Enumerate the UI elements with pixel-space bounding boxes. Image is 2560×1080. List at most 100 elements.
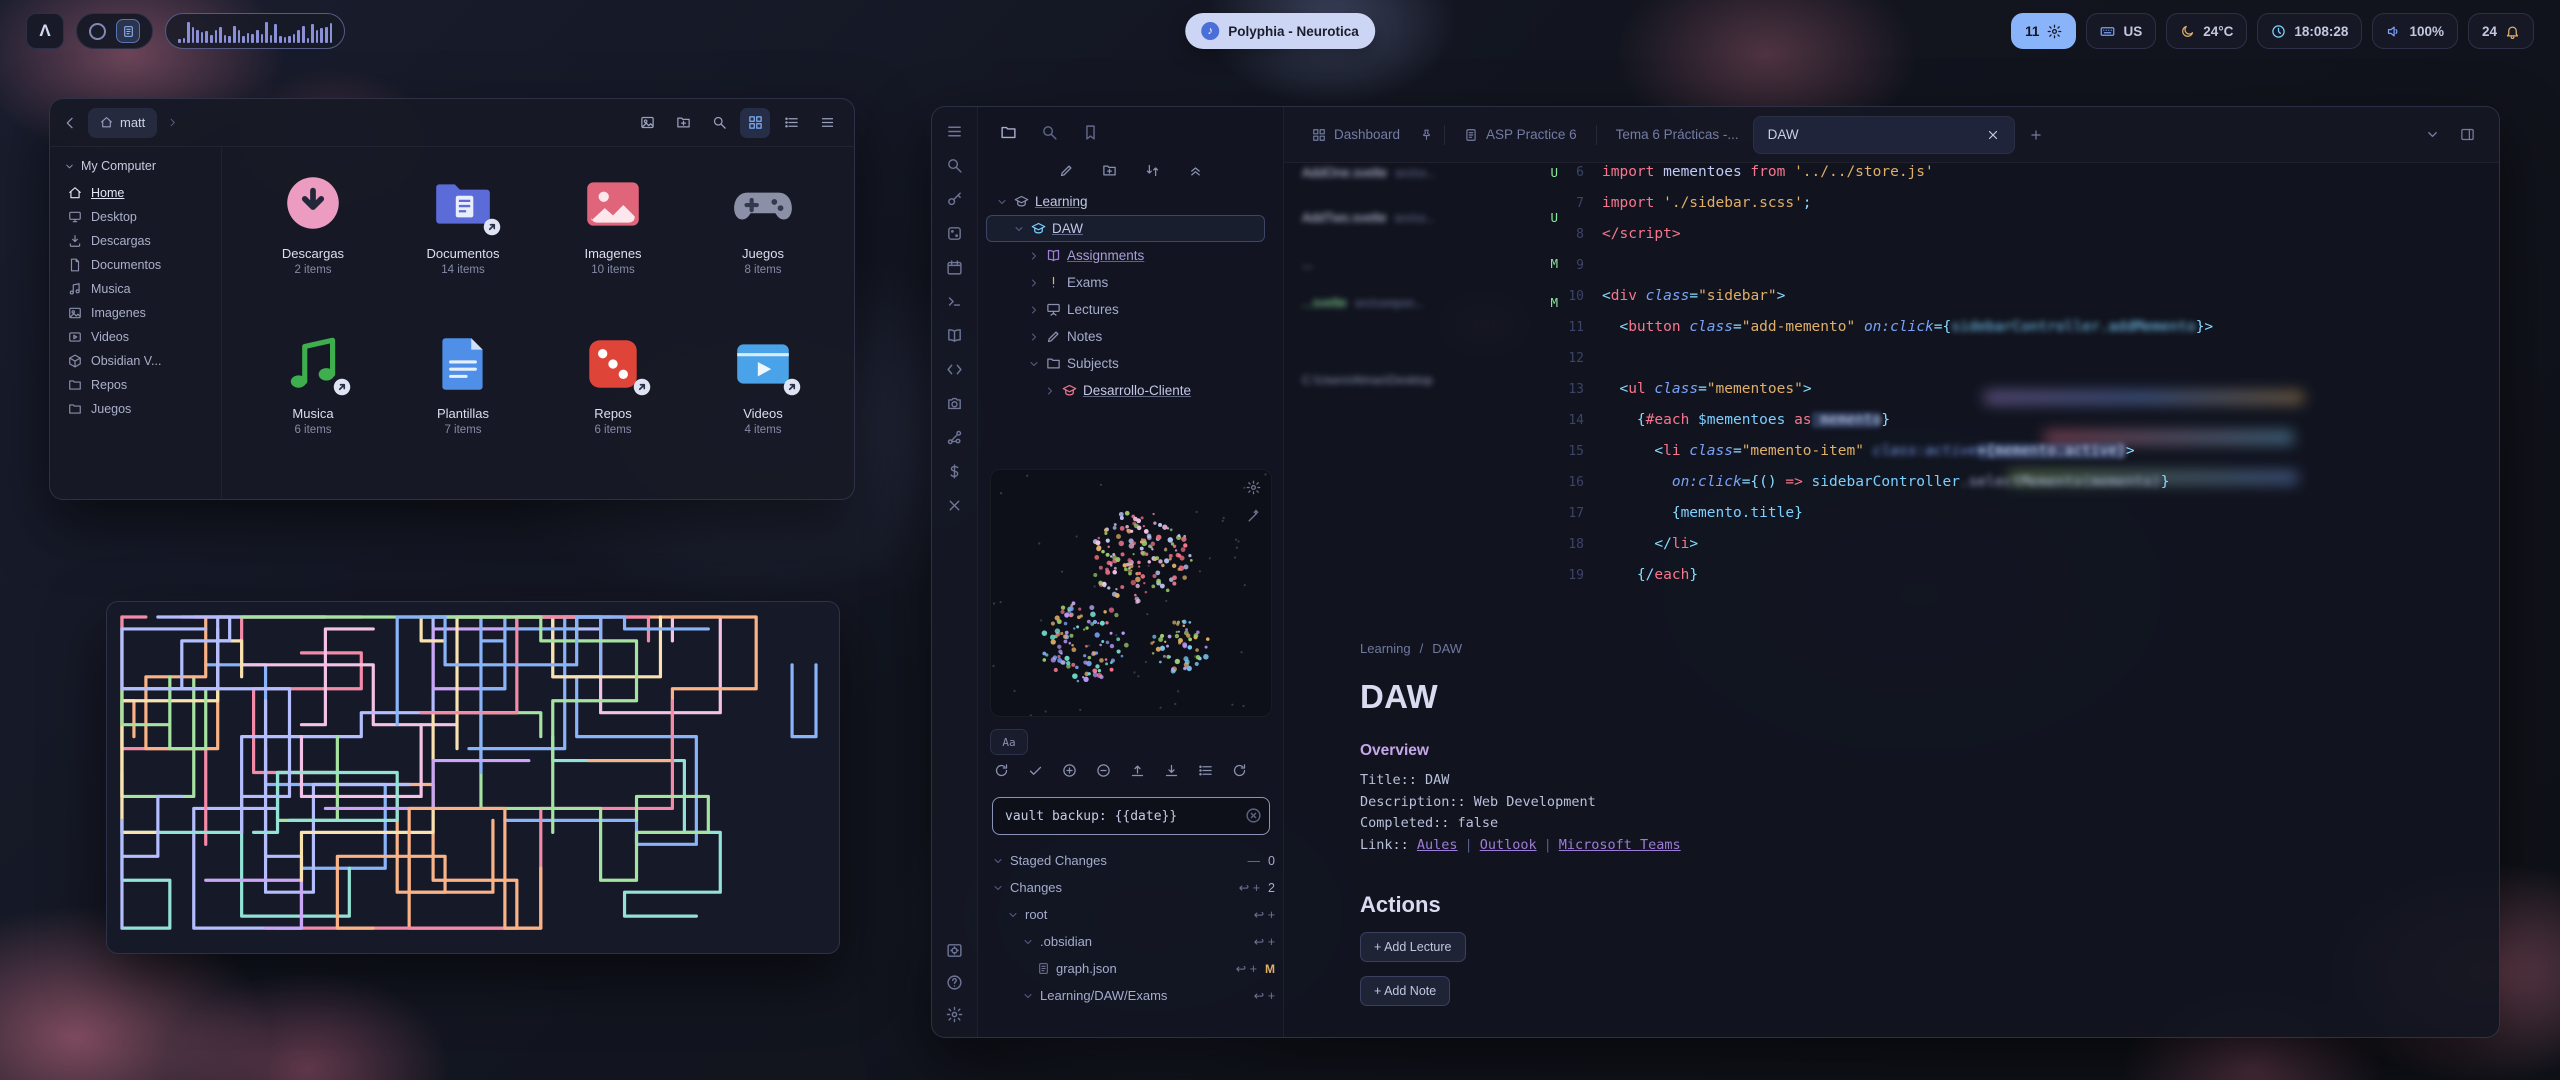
link-aules[interactable]: Aules — [1417, 837, 1458, 853]
explorer-item-desarrollo-cliente[interactable]: Desarrollo-Cliente — [986, 377, 1275, 404]
folder-descargas[interactable]: Descargas2 items — [242, 163, 384, 323]
sidebar-item-imagenes[interactable]: Imagenes — [60, 301, 211, 325]
list-view-button[interactable] — [776, 108, 806, 138]
explorer-item-lectures[interactable]: Lectures — [986, 296, 1275, 323]
git-row-changes[interactable]: Changes↩ +2 — [988, 874, 1275, 901]
git-row-learning-daw-exams[interactable]: Learning/DAW/Exams↩ + — [988, 982, 1275, 1009]
panel-tab-search-icon[interactable] — [1041, 124, 1058, 141]
sidebar-item-obsidian-v[interactable]: Obsidian V... — [60, 349, 211, 373]
ribbon-vault-icon[interactable] — [946, 942, 963, 959]
add-note-button[interactable]: + Add Note — [1360, 976, 1450, 1006]
sidebar-item-musica[interactable]: Musica — [60, 277, 211, 301]
sidebar-item-descargas[interactable]: Descargas — [60, 229, 211, 253]
pane-handle[interactable]: Aa — [990, 729, 1028, 755]
folder-musica[interactable]: Musica6 items — [242, 323, 384, 483]
sidebar-item-videos[interactable]: Videos — [60, 325, 211, 349]
git-row-actions[interactable]: ↩ + — [1254, 988, 1275, 1003]
filter-icon[interactable] — [1246, 509, 1261, 524]
ribbon-dollar-icon[interactable] — [946, 463, 963, 480]
explorer-item-learning[interactable]: Learning — [986, 188, 1275, 215]
ribbon-calendar-icon[interactable] — [946, 259, 963, 276]
link-microsoft-teams[interactable]: Microsoft Teams — [1559, 837, 1681, 853]
workspace-2-indicator[interactable] — [116, 19, 140, 43]
ribbon-search-icon[interactable] — [946, 157, 963, 174]
git-refresh-icon[interactable] — [1232, 763, 1247, 778]
screenshot-tool-button[interactable] — [632, 108, 662, 138]
folder-imagenes[interactable]: Imagenes10 items — [542, 163, 684, 323]
graph-canvas[interactable] — [991, 470, 1271, 716]
folder-repos[interactable]: Repos6 items — [542, 323, 684, 483]
volume-module[interactable]: 100% — [2372, 13, 2458, 49]
ribbon-book-icon[interactable] — [946, 327, 963, 344]
weather-module[interactable]: 24°C — [2166, 13, 2247, 49]
search-button[interactable] — [704, 108, 734, 138]
grid-view-button[interactable] — [740, 108, 770, 138]
ribbon-menu-icon[interactable] — [946, 123, 963, 140]
ribbon-code-icon[interactable] — [946, 361, 963, 378]
git-row-actions[interactable]: ↩ + — [1254, 907, 1275, 922]
path-tab[interactable]: matt — [88, 108, 157, 138]
sidebar-item-repos[interactable]: Repos — [60, 373, 211, 397]
git-row-obsidian[interactable]: .obsidian↩ + — [988, 928, 1275, 955]
menu-button[interactable] — [812, 108, 842, 138]
git-row-graph-json[interactable]: graph.json↩ +M — [988, 955, 1275, 982]
tab-dashboard[interactable]: Dashboard — [1298, 116, 1414, 154]
close-icon[interactable] — [1986, 128, 2000, 142]
explorer-item-subjects[interactable]: Subjects — [986, 350, 1275, 377]
split-editor-button[interactable] — [2460, 127, 2475, 142]
ribbon-gear-icon[interactable] — [946, 1006, 963, 1023]
notifications-module[interactable]: 24 — [2468, 13, 2534, 49]
explorer-item-exams[interactable]: Exams — [986, 269, 1275, 296]
git-upload-icon[interactable] — [1130, 763, 1145, 778]
explorer-item-notes[interactable]: Notes — [986, 323, 1275, 350]
git-row-root[interactable]: root↩ + — [988, 901, 1275, 928]
folder-documentos[interactable]: Documentos14 items — [392, 163, 534, 323]
ribbon-help-icon[interactable] — [946, 974, 963, 991]
keyboard-layout-module[interactable]: US — [2086, 13, 2156, 49]
git-check-icon[interactable] — [1028, 763, 1043, 778]
updates-module[interactable]: 11 — [2011, 13, 2076, 49]
explorer-collapse-icon[interactable] — [1188, 163, 1203, 178]
explorer-sort-icon[interactable] — [1145, 163, 1160, 178]
folder-plantillas[interactable]: Plantillas7 items — [392, 323, 534, 483]
launcher-button[interactable]: Λ — [26, 13, 64, 49]
commit-message-input[interactable] — [992, 797, 1270, 835]
panel-tab-bookmark-icon[interactable] — [1082, 124, 1099, 141]
breadcrumb-item[interactable]: DAW — [1432, 641, 1462, 656]
tab-asp-practice-6[interactable]: ASP Practice 6 — [1450, 116, 1591, 154]
git-plus-circle-icon[interactable] — [1062, 763, 1077, 778]
ribbon-graph-icon[interactable] — [946, 429, 963, 446]
breadcrumb-item[interactable]: Learning — [1360, 641, 1411, 656]
git-row-actions[interactable]: ↩ + — [1254, 934, 1275, 949]
tab-tema-6-practicas[interactable]: Tema 6 Prácticas -... — [1602, 116, 1753, 154]
code-block[interactable]: 6import mementoes from '../../store.js'7… — [1568, 157, 2213, 591]
gear-icon[interactable] — [1246, 480, 1261, 495]
workspace-switcher[interactable] — [76, 13, 153, 49]
folder-juegos[interactable]: Juegos8 items — [692, 163, 834, 323]
sidebar-item-home[interactable]: Home — [60, 181, 211, 205]
explorer-pencil-icon[interactable] — [1059, 163, 1074, 178]
sidebar-item-documentos[interactable]: Documentos — [60, 253, 211, 277]
ribbon-key-icon[interactable] — [946, 191, 963, 208]
explorer-folder-plus-icon[interactable] — [1102, 163, 1117, 178]
new-tab-button[interactable] — [2015, 128, 2057, 142]
git-list-icon[interactable] — [1198, 763, 1213, 778]
tab-daw[interactable]: DAW — [1753, 116, 2015, 154]
folder-videos[interactable]: Videos4 items — [692, 323, 834, 483]
ribbon-dice-icon[interactable] — [946, 225, 963, 242]
ribbon-terminal-icon[interactable] — [946, 293, 963, 310]
back-icon[interactable] — [62, 115, 78, 131]
sidebar-item-desktop[interactable]: Desktop — [60, 205, 211, 229]
clock-module[interactable]: 18:08:28 — [2257, 13, 2362, 49]
git-row-actions[interactable]: ↩ +2 — [1239, 880, 1275, 895]
git-refresh-icon[interactable] — [994, 763, 1009, 778]
git-row-staged-changes[interactable]: Staged Changes—0 — [988, 847, 1275, 874]
git-download-line-icon[interactable] — [1164, 763, 1179, 778]
link-outlook[interactable]: Outlook — [1480, 837, 1537, 853]
git-minus-circle-icon[interactable] — [1096, 763, 1111, 778]
git-row-actions[interactable]: ↩ +M — [1236, 961, 1275, 976]
ribbon-close-icon[interactable] — [946, 497, 963, 514]
explorer-item-daw[interactable]: DAW — [986, 215, 1265, 242]
clear-message-icon[interactable] — [1245, 807, 1262, 824]
sidebar-item-juegos[interactable]: Juegos — [60, 397, 211, 421]
